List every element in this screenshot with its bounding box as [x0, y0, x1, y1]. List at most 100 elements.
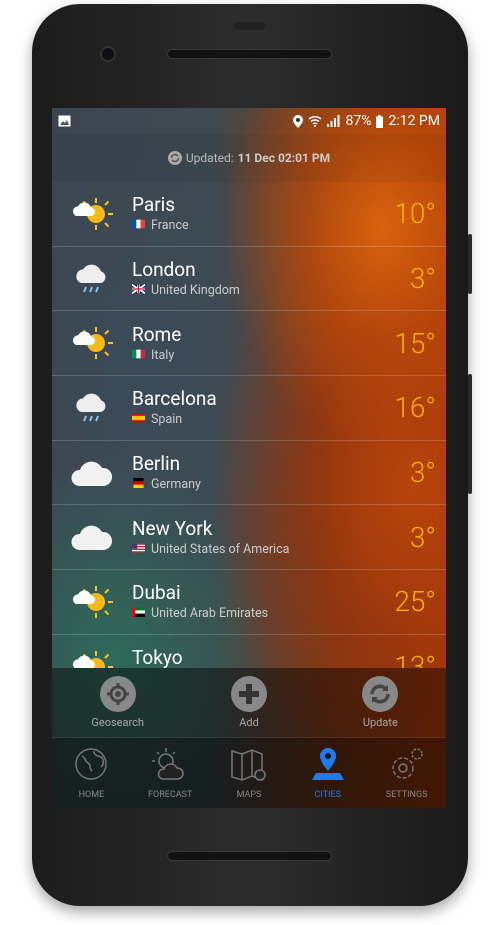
city-row[interactable]: Dubai United Arab Emirates 25° [52, 570, 446, 635]
plus-icon [230, 676, 267, 712]
front-camera [100, 46, 116, 62]
city-name: Rome [132, 322, 182, 346]
earpiece [234, 22, 266, 30]
refresh-icon [167, 151, 182, 165]
country-name: Germany [151, 477, 201, 493]
nav-home[interactable]: HOME [52, 738, 131, 808]
action-label: Update [362, 716, 398, 729]
location-icon [293, 114, 304, 128]
nav-maps[interactable]: MAPS [210, 738, 289, 808]
city-list[interactable]: Paris France 10° London United Kingdom 3… [52, 182, 446, 668]
country: United States of America [132, 542, 410, 557]
country: Spain [132, 412, 394, 427]
flag-uk-icon [132, 283, 145, 298]
city-name: Berlin [132, 452, 181, 476]
globe-icon [74, 747, 108, 784]
nav-cities[interactable]: CITIES [288, 738, 367, 808]
battery-icon [376, 114, 384, 128]
temperature: 15° [394, 326, 436, 360]
temperature: 3° [409, 262, 436, 296]
signal-icon [327, 115, 340, 127]
top-speaker [167, 49, 332, 59]
map-icon [230, 747, 268, 784]
city-name: Dubai [132, 581, 181, 605]
country-name: United Arab Emirates [151, 606, 269, 622]
image-notification-icon [58, 115, 71, 127]
nav-label: FORECAST [148, 789, 193, 800]
rain-icon [52, 261, 132, 297]
flag-es-icon [132, 412, 145, 427]
target-icon [99, 676, 136, 712]
country: United Arab Emirates [132, 606, 394, 621]
city-info: Paris France [132, 194, 394, 233]
flag-fr-icon [132, 218, 145, 233]
temperature: 25° [394, 585, 436, 619]
cloud-icon [52, 522, 132, 552]
country-name: Spain [151, 412, 183, 428]
city-name: Barcelona [132, 387, 217, 411]
update-button[interactable]: Update [315, 668, 446, 737]
flag-us-icon [132, 542, 145, 557]
city-name: Tokyo [132, 646, 183, 668]
city-info: Dubai United Arab Emirates [132, 582, 394, 621]
city-row[interactable]: Rome Italy 15° [52, 311, 446, 377]
partly-sunny-icon [52, 584, 132, 620]
temperature: 3° [409, 456, 436, 490]
nav-settings[interactable]: SETTINGS [367, 738, 446, 808]
city-info: Barcelona Spain [132, 388, 394, 427]
screen: 87% 2:12 PM Updated: 11 Dec 02:01 PM Par… [52, 108, 446, 808]
city-row[interactable]: Tokyo Japan 13° [52, 635, 446, 668]
geosearch-button[interactable]: Geosearch [52, 668, 183, 737]
battery-percent: 87% [345, 113, 372, 129]
sun-cloud-icon [151, 747, 189, 784]
power-button [468, 374, 472, 494]
country: France [132, 218, 394, 233]
wifi-icon [308, 115, 322, 127]
cloud-icon [52, 458, 132, 488]
volume-button [468, 234, 472, 294]
partly-sunny-icon [52, 649, 132, 668]
updated-value: 11 Dec 02:01 PM [237, 151, 331, 165]
bottom-nav: HOME FORECAST MAPS CITIES SETTINGS [52, 738, 446, 808]
rain-icon [52, 390, 132, 426]
city-row[interactable]: New York United States of America 3° [52, 505, 446, 571]
partly-sunny-icon [52, 196, 132, 232]
country: United Kingdom [132, 283, 410, 298]
location-pin-icon [310, 747, 346, 784]
nav-label: CITIES [314, 789, 342, 800]
city-row[interactable]: London United Kingdom 3° [52, 247, 446, 312]
country: Germany [132, 477, 410, 492]
city-name: New York [132, 516, 213, 540]
nav-label: HOME [78, 789, 105, 800]
bottom-speaker [167, 851, 332, 861]
flag-ae-icon [132, 606, 145, 621]
add-button[interactable]: Add [183, 668, 314, 737]
gears-icon [388, 747, 426, 784]
city-name: London [132, 258, 196, 282]
flag-de-icon [132, 477, 145, 492]
flag-it-icon [132, 348, 145, 363]
last-updated: Updated: 11 Dec 02:01 PM [52, 134, 446, 182]
city-row[interactable]: Paris France 10° [52, 182, 446, 247]
temperature: 16° [394, 391, 436, 425]
nav-label: SETTINGS [385, 789, 428, 800]
action-label: Geosearch [91, 716, 144, 729]
country-name: United Kingdom [151, 283, 240, 299]
refresh-icon [362, 676, 399, 712]
city-row[interactable]: Barcelona Spain 16° [52, 376, 446, 441]
status-bar: 87% 2:12 PM [52, 108, 446, 134]
city-row[interactable]: Berlin Germany 3° [52, 441, 446, 506]
city-info: Rome Italy [132, 322, 394, 363]
nav-label: MAPS [236, 789, 262, 800]
updated-label: Updated: [185, 151, 234, 165]
city-info: London United Kingdom [132, 259, 410, 298]
city-info: Berlin Germany [132, 452, 410, 493]
nav-forecast[interactable]: FORECAST [131, 738, 210, 808]
temperature: 3° [409, 520, 436, 554]
city-info: New York United States of America [132, 516, 410, 557]
country-name: France [151, 218, 189, 234]
city-name: Paris [132, 193, 176, 217]
temperature: 13° [394, 650, 436, 668]
clock: 2:12 PM [388, 113, 440, 129]
country-name: Italy [151, 347, 175, 363]
